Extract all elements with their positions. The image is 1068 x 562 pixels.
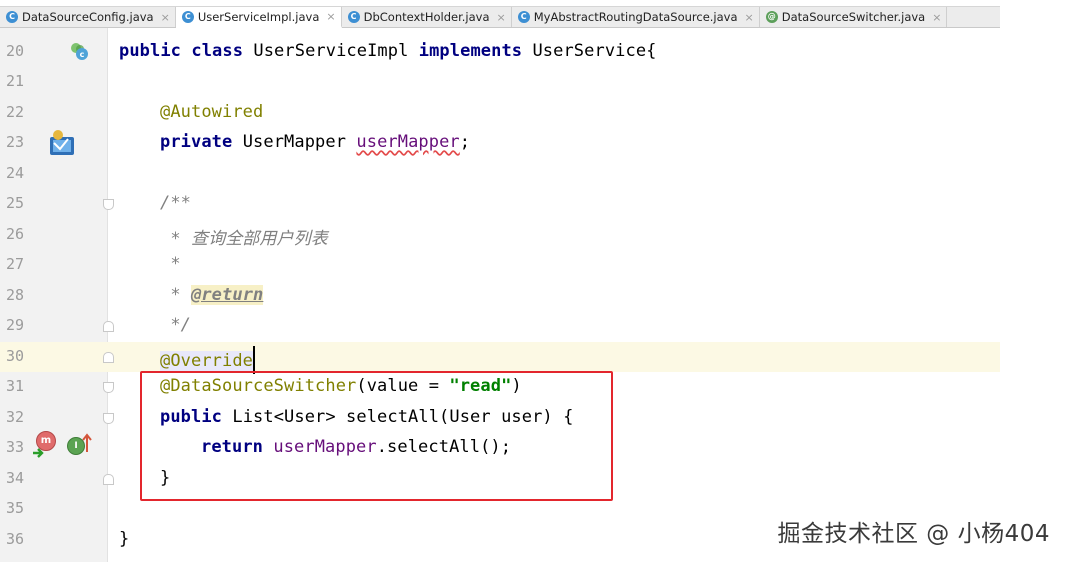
line-number: 33 [6,438,25,456]
line-number: 21 [6,72,25,90]
code-line[interactable]: 22 @Autowired [0,98,1000,128]
run-arrow-icon [32,446,46,458]
keyword: implements [418,41,523,61]
line-number: 29 [6,316,25,334]
code-line[interactable]: 28 * @return [0,281,1000,311]
line-number: 22 [6,103,25,121]
line-number: 34 [6,469,25,487]
close-icon[interactable]: × [497,11,506,24]
annotation: @Override [160,351,254,371]
tab-label: MyAbstractRoutingDataSource.java [533,10,738,24]
code-line[interactable]: 21 [0,67,1000,97]
interface-letter: I [74,441,78,451]
code-line[interactable]: 26 * 查询全部用户列表 [0,220,1000,250]
implements-interface-icon[interactable]: c [68,40,90,62]
doc-comment: */ [160,315,192,335]
class-icon: C [347,11,360,23]
highlight-box [140,371,613,501]
tab-dbcontextholder[interactable]: C DbContextHolder.java × [342,7,512,27]
line-number: 24 [6,164,25,182]
class-name: UserServiceImpl [253,41,409,61]
close-brace: } [119,529,130,549]
code-line[interactable]: 20 public class UserServiceImpl implemen… [0,37,1000,67]
interface-name: UserService{ [532,41,657,61]
code-line[interactable]: 29 */ [0,311,1000,341]
code-line[interactable]: 24 [0,159,1000,189]
type-name: UserMapper [242,132,347,152]
keyword: public [119,41,182,61]
line-number: 27 [6,255,25,273]
fold-toggle-icon[interactable] [103,474,114,485]
close-icon[interactable]: × [745,11,754,24]
go-to-super-arrow-icon[interactable] [82,433,92,453]
keyword: class [191,41,244,61]
text-caret [253,346,256,374]
editor-tab-bar: C DataSourceConfig.java × C UserServiceI… [0,6,1000,28]
annotation: @Autowired [160,102,264,122]
tab-datasourceconfig[interactable]: C DataSourceConfig.java × [0,7,176,27]
fold-toggle-icon[interactable] [103,199,114,210]
semicolon: ; [459,132,471,152]
line-number: 36 [6,530,25,548]
autowired-bean-icon[interactable] [46,129,78,157]
tab-label: DataSourceSwitcher.java [781,10,926,24]
tab-datasourceswitcher[interactable]: @ DataSourceSwitcher.java × [760,7,948,27]
tab-label: DataSourceConfig.java [22,10,154,24]
fold-toggle-icon[interactable] [103,413,114,424]
current-code-line[interactable]: 30 @Override [0,342,1000,374]
line-number: 23 [6,133,25,151]
doc-tag: @return [191,285,264,305]
code-line[interactable]: 27 * [0,250,1000,280]
fold-toggle-icon[interactable] [103,382,114,393]
doc-comment: /** [160,193,192,213]
tab-userserviceimpl[interactable]: C UserServiceImpl.java × [175,7,342,28]
svg-text:c: c [80,50,85,59]
doc-comment: * [160,254,181,274]
close-icon[interactable]: × [161,11,170,24]
close-icon[interactable]: × [326,10,335,23]
class-icon: C [181,10,194,23]
watermark: 掘金技术社区 @ 小杨404 [777,521,1050,547]
line-number: 28 [6,286,25,304]
doc-comment: * 查询全部用户列表 [160,229,328,249]
line-number: 32 [6,408,25,426]
class-icon: C [517,11,530,23]
class-icon: C [6,11,18,23]
tab-label: UserServiceImpl.java [197,9,320,24]
line-number: 25 [6,194,25,212]
tab-myabstractroutingdatasource[interactable]: C MyAbstractRoutingDataSource.java × [512,7,760,27]
method-letter: m [40,435,52,446]
keyword: private [160,132,233,152]
line-number: 35 [6,499,25,517]
tab-label: DbContextHolder.java [363,10,490,24]
line-number: 26 [6,225,25,243]
annotation-icon: @ [765,11,778,23]
line-number: 30 [6,347,25,365]
fold-toggle-icon[interactable] [103,352,114,363]
doc-comment: * [160,285,192,305]
fold-toggle-icon[interactable] [103,321,114,332]
line-number: 31 [6,377,25,395]
code-line[interactable]: 25 /** [0,189,1000,219]
line-number: 20 [6,42,25,60]
close-icon[interactable]: × [932,11,941,24]
code-editor[interactable]: 20 public class UserServiceImpl implemen… [0,28,1000,562]
field-name: userMapper [356,132,460,152]
code-line[interactable]: 23 private UserMapper userMapper; [0,128,1000,158]
